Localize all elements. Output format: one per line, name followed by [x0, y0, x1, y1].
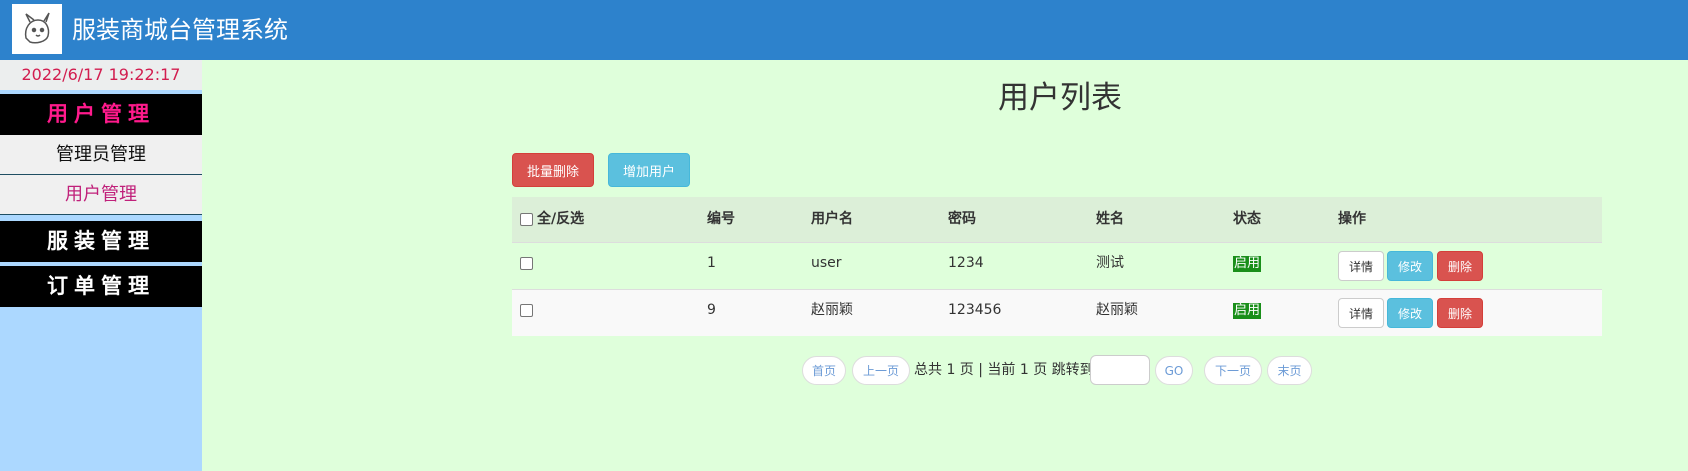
select-all-header[interactable]: 全/反选	[520, 197, 584, 242]
go-button[interactable]: GO	[1155, 356, 1193, 385]
row-select-cell[interactable]	[520, 290, 537, 335]
delete-button[interactable]: 删除	[1437, 298, 1483, 328]
sidebar-section-user-management[interactable]: 用户管理	[0, 94, 202, 135]
row-checkbox[interactable]	[520, 303, 533, 317]
column-header-password: 密码	[948, 211, 976, 227]
row-password: 1234	[948, 255, 984, 271]
page-summary: 总共 1 页 | 当前 1 页 跳转到	[914, 362, 1094, 378]
sidebar-section-clothing-management[interactable]: 服装管理	[0, 221, 202, 262]
status-badge: 启用	[1233, 256, 1262, 272]
column-header-id: 编号	[707, 211, 735, 227]
clock: 2022/6/17 19:22:17	[0, 60, 202, 90]
edit-button[interactable]: 修改	[1387, 251, 1433, 281]
logo	[12, 4, 62, 54]
row-id: 9	[707, 302, 716, 318]
table-row: 9 赵丽颖 123456 赵丽颖 启用 详情 修改 删除	[512, 289, 1602, 336]
column-header-username: 用户名	[811, 211, 853, 227]
pagination: 首页 上一页 总共 1 页 | 当前 1 页 跳转到 GO 下一页 末页	[802, 355, 1312, 385]
column-header-actions: 操作	[1338, 211, 1366, 227]
logo-icon	[24, 12, 50, 44]
row-select-cell[interactable]	[520, 243, 537, 288]
row-id: 1	[707, 255, 716, 271]
detail-button[interactable]: 详情	[1338, 251, 1384, 281]
column-header-name: 姓名	[1096, 211, 1124, 227]
sidebar-section-order-management[interactable]: 订单管理	[0, 266, 202, 307]
last-page-button[interactable]: 末页	[1267, 356, 1312, 385]
sidebar-item-admin-management[interactable]: 管理员管理	[0, 135, 202, 175]
first-page-button[interactable]: 首页	[802, 356, 846, 385]
batch-delete-button[interactable]: 批量删除	[512, 153, 594, 187]
table-row: 1 user 1234 测试 启用 详情 修改 删除	[512, 242, 1602, 289]
user-table: 全/反选 编号 用户名 密码 姓名 状态 操作 1 user 1234 测试 启…	[512, 197, 1602, 336]
page-title: 用户列表	[998, 80, 1122, 115]
row-username: user	[811, 255, 842, 271]
select-all-checkbox[interactable]	[520, 212, 533, 226]
app-title: 服装商城台管理系统	[72, 16, 288, 44]
row-checkbox[interactable]	[520, 256, 533, 270]
row-status-cell: 启用	[1233, 243, 1262, 288]
row-name: 赵丽颖	[1096, 302, 1138, 318]
add-user-button[interactable]: 增加用户	[608, 153, 690, 187]
sidebar-item-user-management[interactable]: 用户管理	[0, 175, 202, 215]
detail-button[interactable]: 详情	[1338, 298, 1384, 328]
status-badge: 启用	[1233, 303, 1262, 319]
top-bar: 服装商城台管理系统	[0, 0, 1688, 60]
sidebar: 2022/6/17 19:22:17 用户管理 管理员管理 用户管理 服装管理 …	[0, 60, 202, 471]
table-header: 全/反选 编号 用户名 密码 姓名 状态 操作	[512, 197, 1602, 242]
select-all-label: 全/反选	[537, 211, 585, 227]
row-username: 赵丽颖	[811, 302, 853, 318]
row-name: 测试	[1096, 255, 1124, 271]
delete-button[interactable]: 删除	[1437, 251, 1483, 281]
next-page-button[interactable]: 下一页	[1204, 356, 1262, 385]
column-header-status: 状态	[1233, 211, 1261, 227]
jump-page-input[interactable]	[1090, 355, 1150, 385]
row-status-cell: 启用	[1233, 290, 1262, 335]
prev-page-button[interactable]: 上一页	[852, 356, 910, 385]
edit-button[interactable]: 修改	[1387, 298, 1433, 328]
row-password: 123456	[948, 302, 1002, 318]
